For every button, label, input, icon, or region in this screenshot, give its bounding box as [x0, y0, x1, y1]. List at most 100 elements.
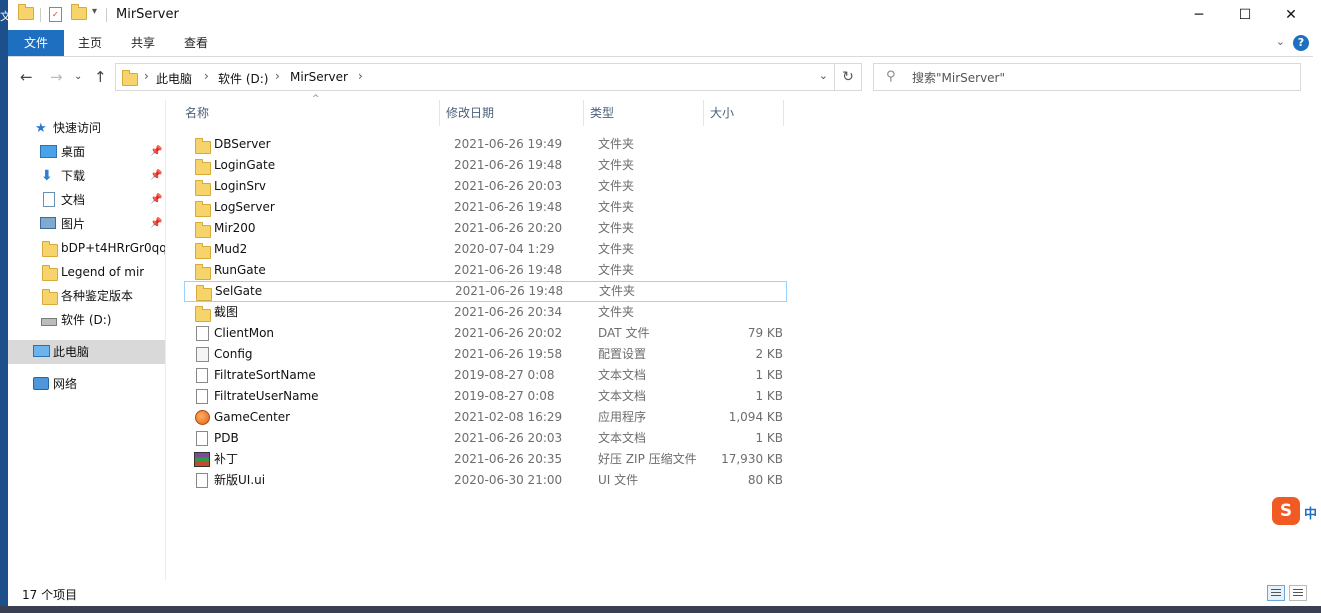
- sidebar-item-folder[interactable]: bDP+t4HRrGr0qq: [8, 236, 165, 260]
- file-type: 文本文档: [598, 389, 647, 403]
- tab-file[interactable]: 文件: [8, 30, 65, 56]
- address-dropdown-icon[interactable]: ⌄: [819, 69, 828, 82]
- search-box[interactable]: ⚲: [873, 63, 1301, 91]
- breadcrumb-drive-d[interactable]: 软件 (D:): [218, 70, 268, 87]
- column-divider[interactable]: [783, 100, 784, 126]
- recent-locations-icon[interactable]: ⌄: [74, 71, 82, 82]
- sidebar-item-folder[interactable]: Legend of mir: [8, 260, 165, 284]
- minimize-button[interactable]: ─: [1176, 0, 1222, 30]
- breadcrumb-separator[interactable]: ›: [204, 69, 209, 83]
- sidebar-item-documents[interactable]: 文档 📌: [8, 188, 165, 212]
- sidebar-item-quick-access[interactable]: ★ 快速访问: [8, 116, 165, 140]
- table-row[interactable]: GameCenter 2021-02-08 16:29 应用程序 1,094 KB: [184, 407, 787, 428]
- config-file-icon: [196, 347, 209, 362]
- table-row[interactable]: Mir200 2021-06-26 20:20 文件夹: [184, 218, 787, 239]
- sidebar-item-folder[interactable]: 各种鉴定版本: [8, 284, 165, 308]
- pin-icon[interactable]: 📌: [150, 212, 162, 236]
- sidebar-item-desktop[interactable]: 桌面 📌: [8, 140, 165, 164]
- file-type: 文本文档: [598, 431, 647, 445]
- sidebar-item-label: 软件 (D:): [61, 313, 112, 327]
- pin-icon[interactable]: 📌: [150, 164, 162, 188]
- star-icon: ★: [35, 121, 47, 136]
- details-view-button[interactable]: [1267, 585, 1285, 601]
- drive-icon: [41, 318, 57, 326]
- column-header-type[interactable]: 类型: [590, 97, 614, 129]
- table-row[interactable]: Mud2 2020-07-04 1:29 文件夹: [184, 239, 787, 260]
- table-row[interactable]: FiltrateUserName 2019-08-27 0:08 文本文档 1 KB: [184, 386, 787, 407]
- table-row[interactable]: LoginGate 2021-06-26 19:48 文件夹: [184, 155, 787, 176]
- file-name: GameCenter: [214, 410, 291, 424]
- sidebar-item-label: 网络: [53, 377, 78, 391]
- column-divider[interactable]: [703, 100, 704, 126]
- sidebar-item-drive-d[interactable]: 软件 (D:): [8, 308, 165, 332]
- folder-icon: [195, 159, 211, 175]
- column-header-size[interactable]: 大小: [710, 97, 734, 129]
- column-header-date[interactable]: 修改日期: [446, 97, 494, 129]
- table-row[interactable]: Config 2021-06-26 19:58 配置设置 2 KB: [184, 344, 787, 365]
- column-divider[interactable]: [583, 100, 584, 126]
- table-row[interactable]: 新版UI.ui 2020-06-30 21:00 UI 文件 80 KB: [184, 470, 787, 491]
- help-icon[interactable]: ?: [1293, 35, 1309, 51]
- search-input[interactable]: [910, 68, 1294, 88]
- ribbon-collapse-icon[interactable]: ⌄: [1276, 35, 1285, 48]
- breadcrumb-separator[interactable]: ›: [275, 69, 280, 83]
- file-name: Mud2: [214, 242, 248, 256]
- tab-share[interactable]: 共享: [117, 30, 169, 56]
- sidebar-item-network[interactable]: 网络: [8, 372, 165, 396]
- sogou-ime-icon[interactable]: S: [1272, 497, 1300, 525]
- file-explorer-window: ✓ ▾ MirServer ─ ☐ ✕ 文件 主页 共享 查看 ⌄ ? ← → …: [8, 0, 1313, 606]
- address-bar[interactable]: › 此电脑 › 软件 (D:) › MirServer › ⌄: [115, 63, 835, 91]
- status-bar: 17 个项目: [8, 580, 1313, 606]
- table-row[interactable]: LogServer 2021-06-26 19:48 文件夹: [184, 197, 787, 218]
- sidebar-item-downloads[interactable]: ⬇ 下载 📌: [8, 164, 165, 188]
- file-type: UI 文件: [598, 473, 639, 487]
- close-button[interactable]: ✕: [1268, 0, 1313, 30]
- pin-icon[interactable]: 📌: [150, 188, 162, 212]
- file-date: 2021-06-26 20:35: [454, 452, 563, 466]
- table-row[interactable]: 截图 2021-06-26 20:34 文件夹: [184, 302, 787, 323]
- file-date: 2021-06-26 20:20: [454, 221, 563, 235]
- properties-icon[interactable]: ✓: [49, 7, 62, 22]
- file-type: 好压 ZIP 压缩文件: [598, 452, 697, 466]
- table-row[interactable]: FiltrateSortName 2019-08-27 0:08 文本文档 1 KB: [184, 365, 787, 386]
- file-size: 17,930 KB: [721, 452, 783, 466]
- column-divider[interactable]: [439, 100, 440, 126]
- dat-file-icon: [196, 326, 209, 341]
- new-folder-icon[interactable]: [71, 4, 87, 20]
- file-type: 文件夹: [598, 221, 635, 235]
- forward-button[interactable]: →: [50, 68, 63, 86]
- file-type: DAT 文件: [598, 326, 650, 340]
- folder-icon: [195, 264, 211, 280]
- taskbar-edge: [0, 606, 1321, 613]
- ime-mode-indicator[interactable]: 中: [1304, 503, 1318, 522]
- table-row[interactable]: RunGate 2021-06-26 19:48 文件夹: [184, 260, 787, 281]
- file-date: 2021-06-26 20:03: [454, 179, 563, 193]
- table-row[interactable]: LoginSrv 2021-06-26 20:03 文件夹: [184, 176, 787, 197]
- desktop-left-edge: 文: [0, 0, 11, 613]
- refresh-button[interactable]: ↻: [834, 63, 862, 91]
- quick-access-dropdown-icon[interactable]: ▾: [92, 6, 97, 17]
- tab-home[interactable]: 主页: [64, 30, 116, 56]
- breadcrumb-this-pc[interactable]: 此电脑: [156, 70, 192, 87]
- table-row[interactable]: DBServer 2021-06-26 19:49 文件夹: [184, 134, 787, 155]
- back-button[interactable]: ←: [20, 68, 33, 86]
- sidebar-item-this-pc[interactable]: 此电脑: [8, 340, 165, 364]
- breadcrumb-mirserver[interactable]: MirServer: [290, 70, 348, 84]
- folder-icon: [195, 180, 211, 196]
- table-row-selected[interactable]: SelGate 2021-06-26 19:48 文件夹: [184, 281, 787, 302]
- table-row[interactable]: ClientMon 2021-06-26 20:02 DAT 文件 79 KB: [184, 323, 787, 344]
- column-header-name[interactable]: 名称: [185, 97, 209, 129]
- tab-view[interactable]: 查看: [170, 30, 222, 56]
- maximize-button[interactable]: ☐: [1222, 0, 1268, 30]
- pin-icon[interactable]: 📌: [150, 140, 162, 164]
- file-name: LogServer: [214, 200, 275, 214]
- file-name: 新版UI.ui: [214, 473, 266, 487]
- table-row[interactable]: PDB 2021-06-26 20:03 文本文档 1 KB: [184, 428, 787, 449]
- document-icon: [43, 192, 55, 207]
- up-button[interactable]: ↑: [94, 68, 107, 86]
- breadcrumb-separator[interactable]: ›: [358, 69, 363, 83]
- sidebar-item-pictures[interactable]: 图片 📌: [8, 212, 165, 236]
- file-name: 截图: [214, 305, 239, 319]
- table-row[interactable]: 补丁 2021-06-26 20:35 好压 ZIP 压缩文件 17,930 KB: [184, 449, 787, 470]
- large-icons-view-button[interactable]: [1289, 585, 1307, 601]
